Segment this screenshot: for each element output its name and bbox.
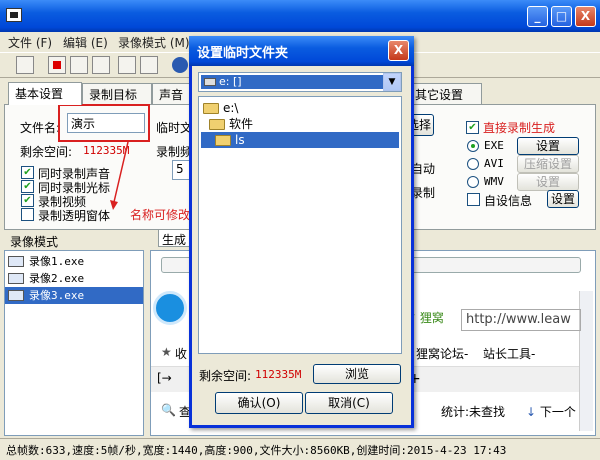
exe-icon xyxy=(8,273,24,284)
globe-icon[interactable] xyxy=(172,57,188,73)
file-name: 录像1.exe xyxy=(29,255,85,268)
annotation-text: 名称可修改 xyxy=(130,208,191,222)
new-icon[interactable] xyxy=(16,56,34,74)
vertical-scrollbar[interactable] xyxy=(579,291,593,431)
folder-tree: e:\ 软件 ls xyxy=(198,96,402,354)
checkbox-record-sound[interactable]: ✔ xyxy=(21,166,34,179)
generate-label: 生成 xyxy=(162,233,187,247)
search-stat: 统计:未查找 xyxy=(441,405,506,419)
tab-sound[interactable]: 声音 xyxy=(152,83,192,104)
ok-button[interactable]: 确认(O) xyxy=(215,392,303,414)
label-wmv: WMV xyxy=(484,175,504,188)
checkbox-record-transparent[interactable] xyxy=(21,208,34,221)
auto-label: 自动 xyxy=(411,162,436,176)
ie-logo-icon xyxy=(153,291,187,325)
tree-item[interactable]: ls xyxy=(201,132,399,148)
generate-tab[interactable]: 生成 xyxy=(158,229,192,247)
file-name: 录像3.exe xyxy=(29,289,85,302)
filename-value: 演示 xyxy=(71,117,96,131)
favorites-label[interactable]: 收 xyxy=(175,345,187,362)
close-button[interactable]: X xyxy=(575,6,596,27)
list-item[interactable]: 录像1.exe xyxy=(5,253,143,270)
mode-header: 录像模式 xyxy=(10,235,59,249)
tab-scroll-icon[interactable]: [→ xyxy=(157,371,172,385)
folder-open-icon xyxy=(203,103,219,114)
tree-item[interactable]: e:\ xyxy=(201,100,399,116)
browse-button[interactable]: 浏览 xyxy=(313,364,401,384)
status-bar: 总帧数:633,速度:5帧/秒,宽度:1440,高度:900,文件大小:8560… xyxy=(0,438,600,460)
folder-open-icon xyxy=(215,135,231,146)
checkbox-record-cursor[interactable]: ✔ xyxy=(21,180,34,193)
label-custom-info: 自设信息 xyxy=(484,194,533,208)
radio-avi[interactable] xyxy=(467,158,479,170)
dialog-space-value: 112335M xyxy=(255,368,302,381)
tab-basic[interactable]: 基本设置 xyxy=(8,82,82,105)
fps-label: 录制频 xyxy=(156,145,193,159)
search-icon[interactable]: 🔍 xyxy=(161,403,176,417)
drive-value: e: [] xyxy=(201,75,383,89)
label-record-transparent: 录制透明窗体 xyxy=(38,209,111,223)
label-exe: EXE xyxy=(484,139,504,152)
custom-info-button[interactable]: 设置 xyxy=(547,190,579,208)
exe-settings-button[interactable]: 设置 xyxy=(517,137,579,155)
tree-item[interactable]: 软件 xyxy=(201,116,399,132)
status-text: 总帧数:633,速度:5帧/秒,宽度:1440,高度:900,文件大小:8560… xyxy=(6,444,507,457)
label-avi: AVI xyxy=(484,157,504,170)
dialog-space-label: 剩余空间: xyxy=(199,369,252,383)
annotation-arrow xyxy=(110,141,129,210)
file-name: 录像2.exe xyxy=(29,272,85,285)
tab-target[interactable]: 录制目标 xyxy=(82,83,152,104)
radio-wmv[interactable] xyxy=(467,176,479,188)
wmv-settings-button[interactable]: 设置 xyxy=(517,173,579,191)
label-direct-record: 直接录制生成 xyxy=(483,121,556,135)
space-label: 剩余空间: xyxy=(20,145,73,159)
temp-folder-label: 临时文 xyxy=(156,121,193,135)
exe-icon xyxy=(8,256,24,267)
dialog-close-button[interactable]: X xyxy=(388,40,409,61)
drive-icon xyxy=(204,78,216,86)
list-item[interactable]: 录像3.exe xyxy=(5,287,143,304)
camera-icon[interactable] xyxy=(118,56,136,74)
main-title-bar[interactable] xyxy=(0,0,600,32)
fps-value: 5 xyxy=(176,162,184,176)
address-bar[interactable]: http://www.leaw xyxy=(461,309,581,331)
favorite-tools[interactable]: 站长工具- xyxy=(483,345,535,362)
checkbox-custom-info[interactable] xyxy=(467,193,480,206)
maximize-button[interactable]: □ xyxy=(551,6,572,27)
dialog-title-bar[interactable]: 设置临时文件夹 xyxy=(189,36,414,66)
filename-input[interactable]: 演示 xyxy=(67,113,145,133)
menu-file[interactable]: 文件 (F) xyxy=(8,34,52,51)
pause-icon[interactable] xyxy=(70,56,88,74)
filename-label: 文件名: xyxy=(20,121,61,135)
stop-icon[interactable] xyxy=(92,56,110,74)
list-item[interactable]: 录像2.exe xyxy=(5,270,143,287)
exe-icon xyxy=(8,290,24,301)
url-text: http://www.leaw xyxy=(466,312,571,327)
app-icon xyxy=(6,8,22,22)
menu-record-mode[interactable]: 录像模式 (M) xyxy=(118,34,190,51)
radio-exe[interactable] xyxy=(467,140,479,152)
avi-compress-button[interactable]: 压缩设置 xyxy=(517,155,579,173)
file-list: 录像1.exe 录像2.exe 录像3.exe xyxy=(4,250,144,436)
menu-edit[interactable]: 编辑 (E) xyxy=(63,34,108,51)
favorite-forum[interactable]: 狸窝论坛- xyxy=(416,345,468,362)
dialog-title: 设置临时文件夹 xyxy=(197,46,289,61)
checkbox-direct-record[interactable]: ✔ xyxy=(466,121,479,134)
chevron-down-icon[interactable]: ▼ xyxy=(383,73,401,91)
minimize-button[interactable]: _ xyxy=(527,6,548,27)
folder-open-icon xyxy=(209,119,225,130)
cancel-button[interactable]: 取消(C) xyxy=(305,392,393,414)
checkbox-record-video[interactable]: ✔ xyxy=(21,194,34,207)
record-label: 录制 xyxy=(411,186,436,200)
record-icon[interactable] xyxy=(48,56,66,74)
brush-icon[interactable] xyxy=(140,56,158,74)
favorite-star-icon[interactable]: ★ xyxy=(161,345,172,359)
find-next[interactable]: ↓ 下一个 xyxy=(526,403,576,420)
tab-other[interactable]: 其它设置 xyxy=(408,83,482,104)
